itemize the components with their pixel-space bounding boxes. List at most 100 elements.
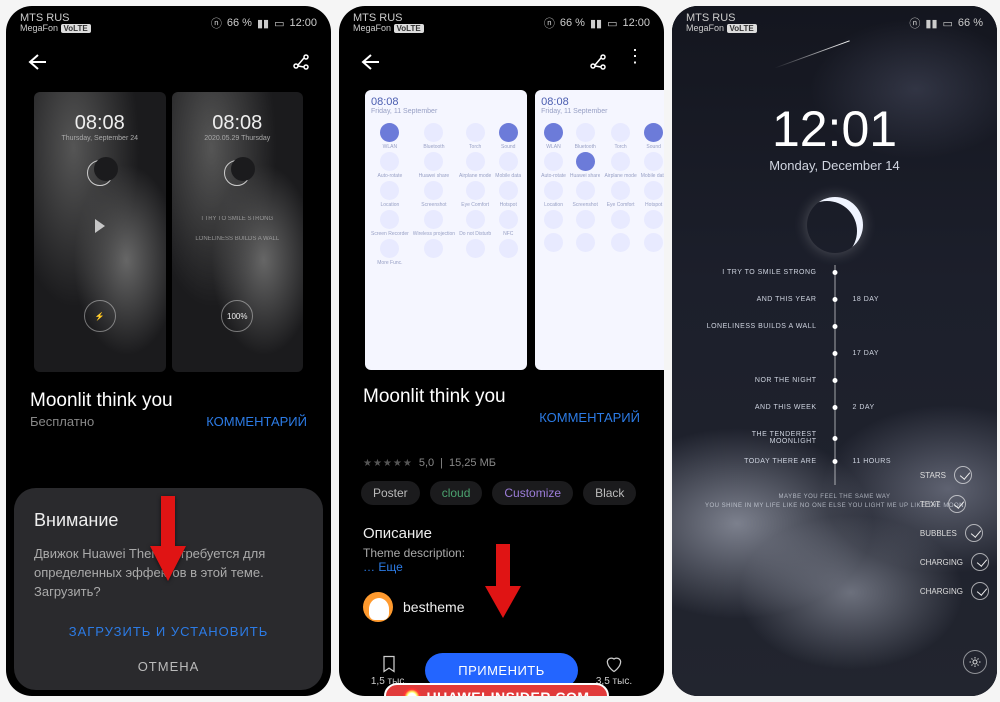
toggle-label: WLAN <box>541 144 566 150</box>
quick-toggle[interactable]: Bluetooth <box>570 123 601 150</box>
toggle-label: Screen Recorder <box>371 231 409 237</box>
comment-link[interactable]: КОММЕНТАРИЙ <box>206 414 307 429</box>
quick-toggle[interactable] <box>641 233 664 254</box>
quick-toggle[interactable]: Huawei share <box>413 152 455 179</box>
quick-toggle[interactable]: Mobile data <box>641 152 664 179</box>
quick-toggle[interactable]: Torch <box>459 123 491 150</box>
back-button[interactable] <box>26 53 48 76</box>
check-circle-icon <box>971 582 989 600</box>
toggle-label: Eye Comfort <box>604 202 636 208</box>
toggle-circle-icon <box>576 181 595 200</box>
heart-icon <box>604 654 624 674</box>
dialog-confirm-button[interactable]: ЗАГРУЗИТЬ И УСТАНОВИТЬ <box>34 614 303 649</box>
play-icon[interactable] <box>95 219 105 233</box>
status-time: 12:00 <box>622 17 650 29</box>
quick-toggle[interactable]: Wireless projection <box>413 210 455 237</box>
like-button[interactable]: 3,5 тыс. <box>584 654 644 687</box>
quick-toggle[interactable] <box>459 239 491 266</box>
tag-poster[interactable]: Poster <box>361 481 420 505</box>
quick-toggle[interactable]: Airplane mode <box>604 152 636 179</box>
comment-link[interactable]: КОММЕНТАРИЙ <box>539 410 640 425</box>
bookmark-icon <box>379 654 399 674</box>
quick-toggle[interactable]: Screenshot <box>413 181 455 208</box>
quick-toggle[interactable]: Airplane mode <box>459 152 491 179</box>
toggle-label: BUBBLES <box>920 529 957 538</box>
preview-card[interactable]: 08:08 2020.05.29 Thursday I TRY TO SMILE… <box>172 92 304 372</box>
quick-toggle[interactable]: Eye Comfort <box>604 181 636 208</box>
moon-icon <box>224 160 250 186</box>
bookmark-button[interactable]: 1,5 тыс. <box>359 654 419 687</box>
quick-toggle[interactable]: WLAN <box>371 123 409 150</box>
apply-button[interactable]: ПРИМЕНИТЬ <box>425 653 578 688</box>
more-link[interactable]: … Еще <box>363 560 403 574</box>
toggle-circle-icon <box>644 210 663 229</box>
lockscreen-toggle[interactable]: CHARGING <box>920 582 989 600</box>
quick-toggle[interactable] <box>570 233 601 254</box>
tag-customize[interactable]: Customize <box>492 481 573 505</box>
check-circle-icon <box>971 553 989 571</box>
quick-toggle[interactable]: Eye Comfort <box>459 181 491 208</box>
back-button[interactable] <box>359 53 381 76</box>
quick-toggle[interactable]: Hotspot <box>641 181 664 208</box>
quick-toggle[interactable]: Location <box>371 181 409 208</box>
quick-toggle[interactable]: Location <box>541 181 566 208</box>
quick-toggle[interactable]: More Func. <box>371 239 409 266</box>
lockscreen-toggle[interactable]: TEXT <box>920 495 989 513</box>
preview-card[interactable]: 08:08 Thursday, September 24 ⚡ <box>34 92 166 372</box>
quick-toggle[interactable] <box>541 233 566 254</box>
preview-line: LONELINESS BUILDS A WALL <box>195 236 279 242</box>
quick-toggle[interactable]: Sound <box>495 123 521 150</box>
lockscreen-toggle[interactable]: STARS <box>920 466 989 484</box>
tag-black[interactable]: Black <box>583 481 636 505</box>
quick-toggle[interactable] <box>604 210 636 231</box>
topbar: ⋮ <box>339 40 664 84</box>
quick-toggle[interactable]: Auto-rotate <box>541 152 566 179</box>
battery-icon: ▭ <box>274 17 284 30</box>
author-name[interactable]: bestheme <box>403 599 464 615</box>
toggle-circle-icon <box>466 210 485 229</box>
lockscreen-toggle[interactable]: BUBBLES <box>920 524 989 542</box>
timeline-item: THE TENDEREST MOONLIGHT <box>705 431 965 445</box>
quick-toggle[interactable]: Auto-rotate <box>371 152 409 179</box>
theme-price: Бесплатно <box>30 414 94 429</box>
quick-toggle[interactable]: Torch <box>604 123 636 150</box>
quick-toggle[interactable]: Do not Disturb <box>459 210 491 237</box>
toggle-circle-icon <box>611 181 630 200</box>
quick-toggle[interactable]: Mobile data <box>495 152 521 179</box>
quick-toggle[interactable]: Bluetooth <box>413 123 455 150</box>
menu-dots-icon[interactable]: ⋮ <box>626 52 644 77</box>
share-icon[interactable] <box>588 52 608 77</box>
preview-clock: 08:08 <box>75 112 125 135</box>
quick-toggle[interactable] <box>495 239 521 266</box>
preview-card[interactable]: 08:08 Friday, 11 September WLANBluetooth… <box>535 90 664 370</box>
quick-toggle[interactable] <box>641 210 664 231</box>
check-circle-icon <box>965 524 983 542</box>
toggle-label: CHARGING <box>920 558 963 567</box>
toggle-label: Hotspot <box>641 202 664 208</box>
volte-badge: VoLTE <box>727 24 757 33</box>
quick-toggle[interactable]: Huawei share <box>570 152 601 179</box>
preview-card[interactable]: 08:08 Friday, 11 September WLANBluetooth… <box>365 90 527 370</box>
toggle-circle-icon <box>611 210 630 229</box>
quick-toggle[interactable]: Hotspot <box>495 181 521 208</box>
quick-toggle[interactable]: Sound <box>641 123 664 150</box>
quick-toggle[interactable]: Screen Recorder <box>371 210 409 237</box>
quick-toggle[interactable]: NFC <box>495 210 521 237</box>
preview-clock: 08:08 <box>371 96 521 108</box>
author-avatar[interactable] <box>363 592 393 622</box>
tag-cloud[interactable]: cloud <box>430 481 483 505</box>
battery-pct: 66 % <box>560 17 585 29</box>
quick-toggle[interactable] <box>413 239 455 266</box>
quick-toggle[interactable]: Screenshot <box>570 181 601 208</box>
quick-toggle[interactable] <box>570 210 601 231</box>
toggle-label: Torch <box>604 144 636 150</box>
lockscreen-toggle[interactable]: CHARGING <box>920 553 989 571</box>
share-icon[interactable] <box>291 52 311 77</box>
quick-toggle[interactable] <box>604 233 636 254</box>
settings-gear-icon[interactable] <box>963 650 987 674</box>
theme-size: 15,25 МБ <box>449 457 496 469</box>
dialog-cancel-button[interactable]: ОТМЕНА <box>34 649 303 684</box>
quick-toggle[interactable] <box>541 210 566 231</box>
toggle-label: TEXT <box>920 500 940 509</box>
quick-toggle[interactable]: WLAN <box>541 123 566 150</box>
